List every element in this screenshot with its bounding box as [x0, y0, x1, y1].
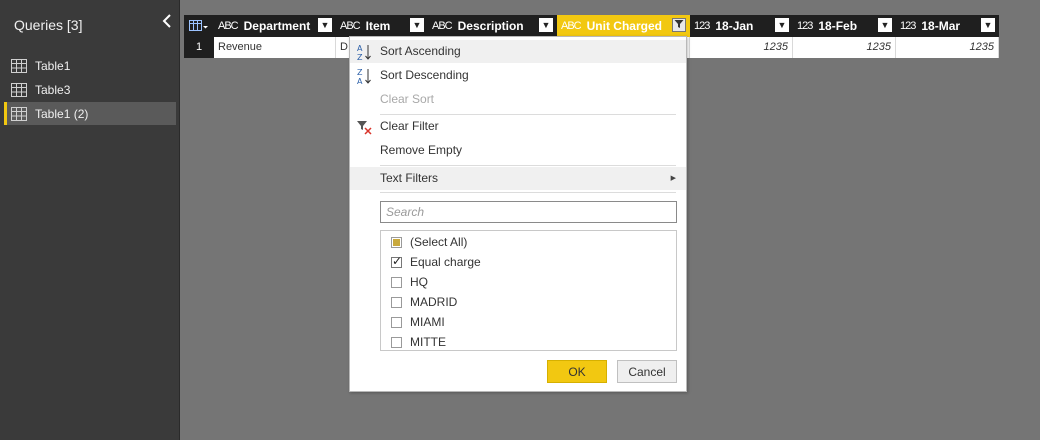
text-filters-item[interactable]: Text Filters ▶ [350, 167, 686, 190]
filter-values-list: (Select All) Equal charge HQ MADRID MIAM… [380, 230, 677, 351]
column-filter-dropdown-icon[interactable]: ▼ [878, 18, 892, 32]
column-header-department[interactable]: ABC Department ▼ [214, 15, 336, 37]
list-item[interactable]: MITTE [381, 332, 676, 350]
menu-label: Clear Sort [380, 92, 435, 106]
value-label: MADRID [410, 295, 458, 309]
list-item[interactable]: Equal charge [381, 252, 676, 272]
clear-filter-icon [356, 118, 374, 136]
cell-18-mar[interactable]: 1235 [896, 37, 999, 58]
column-filter-dropdown-icon[interactable]: ▼ [318, 18, 332, 32]
value-label: MITTE [410, 335, 446, 349]
column-name: 18-Feb [818, 19, 858, 33]
query-item-label: Table1 (2) [35, 106, 89, 121]
svg-text:A: A [357, 44, 363, 53]
column-header-18-mar[interactable]: 123 18-Mar ▼ [896, 15, 999, 37]
checkbox[interactable] [391, 276, 402, 288]
query-item-table1-2[interactable]: Table1 (2) [4, 102, 176, 125]
table-menu-button[interactable] [184, 15, 214, 37]
number-type-icon: 123 [797, 20, 813, 32]
menu-label: Text Filters [380, 171, 439, 185]
sort-ascending-icon: A Z [356, 43, 374, 62]
checkbox-partial[interactable] [391, 236, 402, 248]
column-name: Department [243, 19, 311, 33]
funnel-icon [674, 20, 684, 28]
submenu-arrow-icon: ▶ [670, 175, 676, 182]
sort-ascending-item[interactable]: A Z Sort Ascending [350, 40, 686, 63]
cell-department[interactable]: Revenue [214, 37, 336, 58]
menu-label: Remove Empty [380, 143, 463, 157]
clear-filter-item[interactable]: Clear Filter [350, 115, 686, 138]
svg-text:Z: Z [357, 68, 363, 77]
checkbox-checked[interactable] [391, 254, 402, 268]
row-number: 1 [184, 37, 214, 58]
menu-divider [380, 165, 676, 166]
text-type-icon: ABC [561, 20, 582, 32]
column-header-description[interactable]: ABC Description ▼ [428, 15, 557, 37]
queries-pane: Queries [3] Table1 Table3 Table1 (2) [0, 0, 180, 440]
queries-title: Queries [3] [14, 17, 83, 33]
column-filter-dropdown-icon[interactable]: ▼ [539, 18, 553, 32]
column-header-unit-charged[interactable]: ABC Unit Charged [557, 15, 690, 37]
sort-descending-item[interactable]: Z A Sort Descending [350, 64, 686, 87]
table-icon [11, 58, 27, 73]
text-type-icon: ABC [432, 20, 453, 32]
table-icon [11, 82, 27, 97]
column-filter-dropdown-icon[interactable]: ▼ [981, 18, 995, 32]
column-filter-menu: A Z Sort Ascending Z A Sort Descending C… [349, 36, 687, 392]
number-type-icon: 123 [694, 20, 710, 32]
menu-divider [380, 192, 676, 193]
filter-funnel-icon[interactable] [672, 18, 686, 32]
list-item[interactable]: MIAMI [381, 312, 676, 332]
list-item[interactable]: MADRID [381, 292, 676, 312]
menu-label: Sort Ascending [380, 44, 461, 58]
column-name: Unit Charged [586, 19, 662, 33]
checkbox[interactable] [391, 336, 402, 348]
value-label: Equal charge [410, 255, 481, 269]
chevron-left-icon [162, 14, 171, 28]
query-item-label: Table1 [35, 58, 71, 73]
checkbox[interactable] [391, 316, 402, 328]
column-name: Item [365, 19, 391, 33]
remove-empty-item[interactable]: Remove Empty [350, 139, 686, 162]
column-header-item[interactable]: ABC Item ▼ [336, 15, 428, 37]
menu-label: Clear Filter [380, 119, 439, 133]
query-item-label: Table3 [35, 82, 71, 97]
list-item[interactable]: HQ [381, 272, 676, 292]
table-grid-icon [189, 20, 208, 31]
cell-18-jan[interactable]: 1235 [690, 37, 793, 58]
grid-header: ABC Department ▼ ABC Item ▼ ABC Descript… [184, 15, 999, 37]
svg-text:Z: Z [357, 53, 363, 61]
column-name: 18-Jan [715, 19, 754, 33]
column-filter-dropdown-icon[interactable]: ▼ [775, 18, 789, 32]
search-input[interactable] [380, 201, 677, 223]
value-label: MIAMI [410, 315, 445, 329]
column-name: Description [457, 19, 524, 33]
svg-text:A: A [357, 77, 363, 85]
ok-button[interactable]: OK [547, 360, 607, 383]
text-type-icon: ABC [218, 20, 239, 32]
text-type-icon: ABC [340, 20, 361, 32]
sort-descending-icon: Z A [356, 67, 374, 86]
query-item-table1[interactable]: Table1 [4, 54, 176, 77]
column-header-18-feb[interactable]: 123 18-Feb ▼ [793, 15, 896, 37]
collapse-chevron-icon[interactable] [158, 14, 176, 34]
queries-header: Queries [3] [0, 0, 179, 48]
column-filter-dropdown-icon[interactable]: ▼ [410, 18, 424, 32]
column-name: 18-Mar [921, 19, 961, 33]
cancel-button[interactable]: Cancel [617, 360, 677, 383]
column-header-18-jan[interactable]: 123 18-Jan ▼ [690, 15, 793, 37]
table-icon [11, 106, 27, 121]
value-label: (Select All) [410, 235, 468, 249]
menu-label: Sort Descending [380, 68, 469, 82]
checkbox[interactable] [391, 296, 402, 308]
clear-sort-item[interactable]: Clear Sort [350, 88, 686, 111]
cell-18-feb[interactable]: 1235 [793, 37, 896, 58]
list-item-select-all[interactable]: (Select All) [381, 232, 676, 252]
value-label: HQ [410, 275, 428, 289]
number-type-icon: 123 [900, 20, 916, 32]
query-item-table3[interactable]: Table3 [4, 78, 176, 101]
